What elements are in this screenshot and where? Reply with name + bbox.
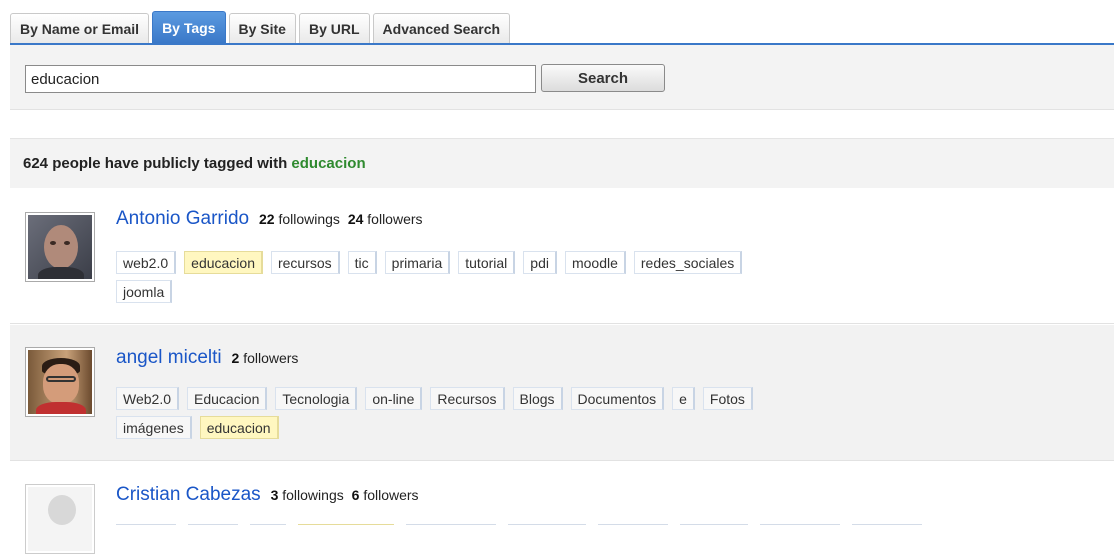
search-tabs: By Name or Email By Tags By Site By URL …: [10, 11, 513, 43]
tag-pdi[interactable]: pdi: [523, 251, 557, 274]
search-button[interactable]: Search: [541, 64, 665, 92]
tag-redes-sociales[interactable]: redes_sociales: [633, 251, 743, 274]
person-name-line: angel micelti 2 followers: [116, 347, 302, 369]
followings-label[interactable]: followings: [282, 487, 343, 503]
person-row: angel micelti 2 followers Web2.0 Educacio…: [10, 325, 1114, 461]
followers-label[interactable]: followers: [367, 211, 422, 227]
tag-tutorial[interactable]: tutorial: [458, 251, 516, 274]
tab-by-site[interactable]: By Site: [228, 13, 296, 43]
results-summary-text: people have publicly tagged with: [52, 155, 288, 172]
followings-count[interactable]: 3: [271, 487, 279, 503]
tag-educacion-capitalized[interactable]: Educacion: [187, 387, 268, 410]
search-panel: Search: [10, 45, 1114, 110]
results-count: 624: [23, 155, 49, 172]
followings-count[interactable]: 22: [259, 211, 275, 227]
tag-documentos[interactable]: Documentos: [570, 387, 665, 410]
tag-imagenes[interactable]: imágenes: [116, 416, 192, 439]
avatar[interactable]: [25, 484, 95, 554]
tag-educacion[interactable]: educacion: [199, 416, 279, 439]
followers-count[interactable]: 2: [232, 350, 240, 366]
person-name-line: Cristian Cabezas 3 followings 6 follower…: [116, 484, 423, 506]
person-silhouette-icon: [28, 487, 92, 551]
followers-label[interactable]: followers: [243, 350, 298, 366]
tag-recursos[interactable]: Recursos: [430, 387, 505, 410]
tag-moodle[interactable]: moodle: [564, 251, 626, 274]
followers-count[interactable]: 24: [348, 211, 364, 227]
tag-web2.0[interactable]: Web2.0: [116, 387, 179, 410]
tag-web2.0[interactable]: web2.0: [116, 251, 177, 274]
person-name-link[interactable]: angel micelti: [116, 347, 222, 368]
avatar[interactable]: [25, 212, 95, 282]
tab-by-url[interactable]: By URL: [298, 13, 370, 43]
tag-e[interactable]: e: [672, 387, 695, 410]
tab-by-name-or-email[interactable]: By Name or Email: [10, 13, 150, 43]
tag-on-line[interactable]: on-line: [365, 387, 423, 410]
tab-by-tags[interactable]: By Tags: [152, 11, 226, 43]
tag-recursos[interactable]: recursos: [270, 251, 340, 274]
results-search-term: educacion: [291, 155, 366, 172]
person-row: Antonio Garrido 22 followings 24 followe…: [10, 189, 1114, 324]
tag-tecnologia[interactable]: Tecnologia: [275, 387, 358, 410]
tag-educacion[interactable]: educacion: [184, 251, 263, 274]
followers-count[interactable]: 6: [352, 487, 360, 503]
tag-list: Web2.0 Educacion Tecnologia on-line Recursos…: [116, 387, 936, 445]
person-name-line: Antonio Garrido 22 followings 24 followe…: [116, 208, 427, 230]
person-name-link[interactable]: Antonio Garrido: [116, 208, 249, 229]
avatar[interactable]: [25, 347, 95, 417]
person-row: Cristian Cabezas 3 followings 6 follower…: [10, 462, 1114, 554]
tag-joomla[interactable]: joomla: [116, 280, 173, 303]
followers-label[interactable]: followers: [363, 487, 418, 503]
tag-blogs[interactable]: Blogs: [512, 387, 563, 410]
tag-primaria[interactable]: primaria: [384, 251, 451, 274]
tag-list: web2.0 educacion recursos tic primaria tutori…: [116, 251, 936, 309]
tag-tic[interactable]: tic: [347, 251, 377, 274]
person-name-link[interactable]: Cristian Cabezas: [116, 484, 261, 505]
results-summary: 624 people have publicly tagged with edu…: [10, 138, 1114, 188]
followings-label[interactable]: followings: [278, 211, 339, 227]
search-input[interactable]: [25, 65, 536, 93]
tag-fotos[interactable]: Fotos: [702, 387, 753, 410]
tab-advanced-search[interactable]: Advanced Search: [372, 13, 511, 43]
